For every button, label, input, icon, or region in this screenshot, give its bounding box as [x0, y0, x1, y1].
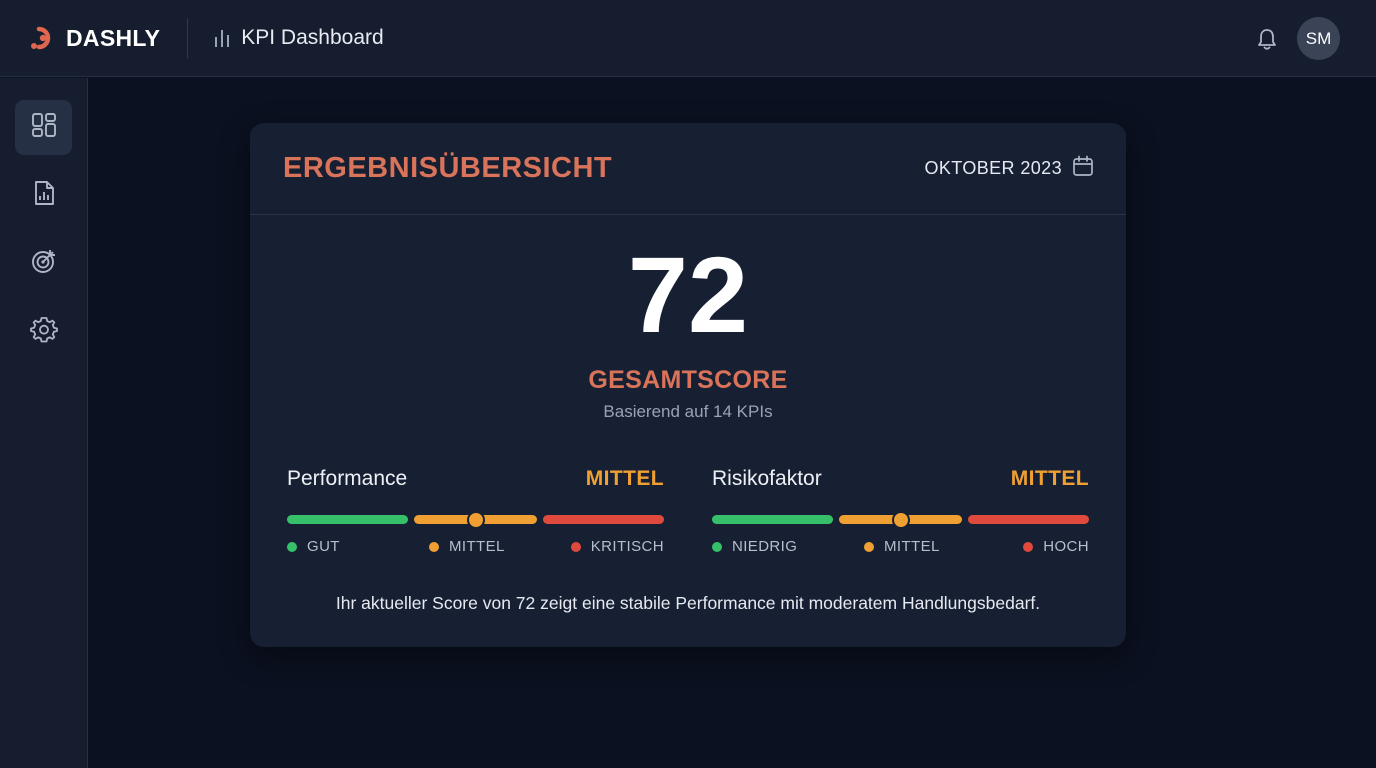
report-icon — [31, 180, 57, 211]
scale-segment-high — [968, 515, 1089, 524]
metric-scale-bar — [712, 511, 1089, 529]
legend-item-good: GUT — [287, 538, 340, 555]
dashly-logo-icon — [30, 25, 56, 51]
legend-item-medium: MITTEL — [864, 538, 940, 555]
legend-label: MITTEL — [449, 538, 505, 555]
legend-item-high: HOCH — [1023, 538, 1089, 555]
scale-segment-low — [712, 515, 833, 524]
page-title: KPI Dashboard — [241, 26, 384, 49]
total-score-value: 72 — [627, 234, 749, 355]
card-header: ERGEBNISÜBERSICHT OKTOBER 2023 — [250, 123, 1126, 215]
legend-dot — [429, 541, 439, 552]
legend-item-medium: MITTEL — [429, 538, 505, 555]
scale-indicator — [891, 511, 910, 529]
sidebar-item-goals[interactable] — [15, 236, 72, 291]
page-title-group: KPI Dashboard — [213, 26, 384, 50]
legend-item-critical: KRITISCH — [570, 538, 664, 555]
legend-item-low: NIEDRIG — [712, 538, 797, 555]
legend-dot — [712, 541, 722, 552]
legend-label: NIEDRIG — [732, 538, 798, 555]
header-divider — [187, 18, 189, 58]
avatar[interactable]: SM — [1297, 17, 1340, 60]
bar-chart-icon — [213, 27, 231, 49]
metric-header: Risikofaktor MITTEL — [712, 467, 1089, 495]
metric-legend: NIEDRIG MITTEL HOCH — [712, 538, 1089, 558]
sidebar — [0, 78, 88, 768]
scale-segment-good — [287, 515, 408, 524]
metric-risk: Risikofaktor MITTEL NIEDRIG MITTEL HOCH — [712, 467, 1089, 558]
metric-status: MITTEL — [1010, 467, 1089, 490]
legend-label: KRITISCH — [590, 538, 664, 555]
metric-legend: GUT MITTEL KRITISCH — [287, 538, 664, 558]
card-title: ERGEBNISÜBERSICHT — [283, 152, 613, 184]
scale-indicator — [466, 511, 485, 529]
sidebar-item-settings[interactable] — [15, 304, 72, 359]
total-score-label: GESAMTSCORE — [588, 366, 788, 394]
sidebar-item-reports[interactable] — [15, 168, 72, 223]
legend-dot — [864, 541, 874, 552]
metric-name: Performance — [287, 467, 408, 490]
legend-dot — [287, 541, 297, 552]
results-card: ERGEBNISÜBERSICHT OKTOBER 2023 72 GESAMT… — [250, 123, 1126, 647]
header-actions: SM — [1255, 0, 1340, 77]
legend-label: GUT — [307, 538, 340, 555]
top-bar: DASHLY KPI Dashboard SM — [0, 0, 1376, 77]
settings-icon — [29, 315, 58, 348]
scale-segment-critical — [543, 515, 664, 524]
score-summary: Ihr aktueller Score von 72 zeigt eine st… — [335, 593, 1041, 613]
target-icon — [30, 247, 58, 280]
legend-label: MITTEL — [884, 538, 940, 555]
sidebar-item-dashboard[interactable] — [15, 100, 72, 155]
brand-name: DASHLY — [66, 24, 161, 51]
dashboard-icon — [31, 112, 57, 143]
metric-scale-bar — [287, 511, 664, 529]
period-selector[interactable]: OKTOBER 2023 — [924, 155, 1094, 182]
metric-status: MITTEL — [585, 467, 664, 490]
metric-performance: Performance MITTEL GUT MITTEL KRITISCH — [287, 467, 664, 558]
total-score-subtitle: Basierend auf 14 KPIs — [603, 402, 773, 421]
legend-dot — [1023, 541, 1034, 552]
metric-name: Risikofaktor — [712, 467, 822, 490]
calendar-icon[interactable] — [1072, 155, 1094, 182]
legend-dot — [570, 541, 581, 552]
metric-header: Performance MITTEL — [287, 467, 664, 495]
legend-label: HOCH — [1043, 538, 1089, 555]
bell-icon[interactable] — [1255, 27, 1279, 51]
period-label: OKTOBER 2023 — [924, 158, 1062, 178]
brand[interactable]: DASHLY — [30, 0, 160, 77]
